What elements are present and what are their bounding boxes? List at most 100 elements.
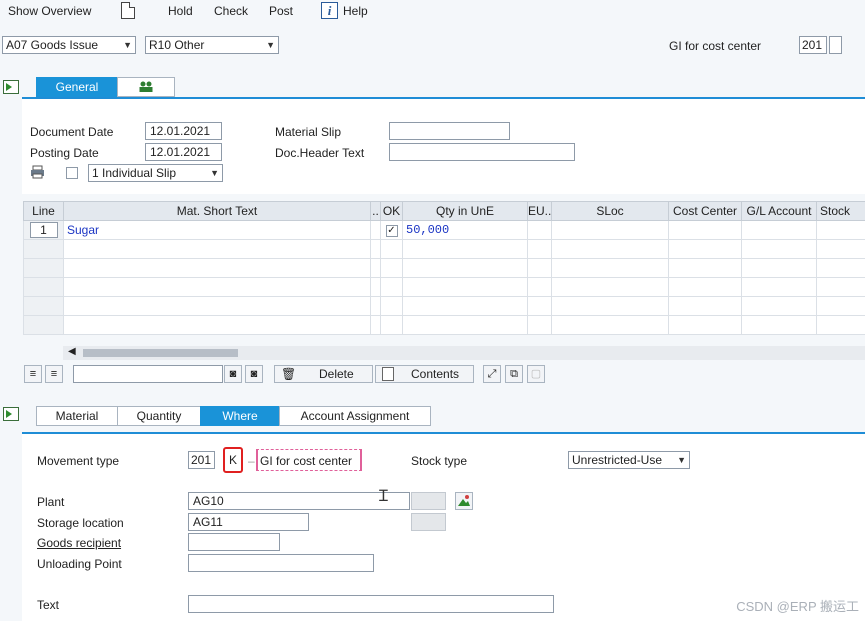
storage-location-label: Storage location — [37, 516, 124, 530]
goods-recipient-label[interactable]: Goods recipient — [37, 536, 121, 550]
reference-select-value: R10 Other — [149, 38, 205, 52]
contents-button[interactable]: Contents — [375, 365, 474, 383]
scrollbar-thumb[interactable] — [83, 349, 238, 357]
doc-header-text-label: Doc.Header Text — [275, 146, 365, 160]
text-field[interactable] — [188, 595, 554, 613]
dash-separator: – — [248, 454, 255, 468]
print-checkbox[interactable] — [66, 167, 78, 179]
unloading-point-field[interactable] — [188, 554, 374, 572]
tab-partner[interactable] — [117, 77, 175, 97]
hold-button[interactable]: Hold — [168, 4, 193, 18]
table-row[interactable] — [23, 258, 865, 278]
tab-material[interactable]: Material — [36, 406, 118, 426]
tab-quantity[interactable]: Quantity — [117, 406, 201, 426]
items-table: Line Mat. Short Text .. OK Qty in UnE EU… — [23, 201, 865, 335]
print-option-value: 1 Individual Slip — [92, 166, 177, 180]
storage-location-field[interactable]: AG11 — [188, 513, 309, 531]
doc-header-text-field[interactable] — [389, 143, 575, 161]
reference-select[interactable]: R10 Other ▼ — [145, 36, 279, 54]
chevron-left-icon[interactable]: ◀ — [68, 346, 76, 357]
transaction-select[interactable]: A07 Goods Issue ▼ — [2, 36, 136, 54]
check-button[interactable]: Check — [214, 4, 248, 18]
material-slip-field[interactable] — [389, 122, 510, 140]
column-header-gl-account[interactable]: G/L Account — [741, 201, 817, 221]
material-slip-label: Material Slip — [275, 125, 342, 139]
ok-checkbox[interactable]: ✓ — [385, 224, 398, 237]
column-header-cost-center[interactable]: Cost Center — [668, 201, 742, 221]
image-icon[interactable] — [455, 492, 473, 510]
printer-icon[interactable] — [30, 165, 45, 179]
column-header-stock[interactable]: Stock — [816, 201, 865, 221]
movement-code-field[interactable]: 201 — [799, 36, 827, 54]
plant-label: Plant — [37, 495, 65, 509]
plant-description-field — [411, 492, 446, 510]
align-top-icon[interactable]: ≡ — [24, 365, 42, 383]
movement-type-text: GI for cost center — [260, 454, 353, 468]
table-row[interactable]: 1 Sugar ✓ 50,000 — [23, 220, 865, 240]
movement-description: GI for cost center — [669, 39, 762, 53]
document-date-field[interactable]: 12.01.2021 — [145, 122, 222, 140]
movement-type-field[interactable]: 201 — [188, 451, 215, 469]
find-next-icon[interactable]: ◙ — [245, 365, 263, 383]
show-overview-button[interactable]: Show Overview — [8, 4, 91, 18]
print-option-select[interactable]: 1 Individual Slip ▼ — [88, 164, 223, 182]
column-header-line[interactable]: Line — [23, 201, 64, 221]
expand-detail-icon[interactable] — [3, 407, 19, 421]
document-date-label: Document Date — [30, 125, 114, 139]
line-number[interactable]: 1 — [29, 222, 58, 238]
tab-account-assignment[interactable]: Account Assignment — [279, 406, 431, 426]
movement-type-label: Movement type — [37, 454, 120, 468]
disabled-action-icon[interactable]: ▢ — [527, 365, 545, 383]
watermark: CSDN @ERP 搬运工 — [736, 599, 859, 614]
tab-general[interactable]: General — [36, 77, 118, 97]
info-icon[interactable]: i — [321, 2, 338, 19]
new-document-icon[interactable] — [121, 2, 135, 19]
table-search-field[interactable] — [73, 365, 223, 383]
movement-code-extra-field[interactable] — [829, 36, 842, 54]
expand-header-icon[interactable] — [3, 80, 19, 94]
delete-button[interactable]: 🗑 Delete — [274, 365, 373, 383]
column-header-mat-short-text[interactable]: Mat. Short Text — [63, 201, 371, 221]
partner-icon — [139, 81, 153, 92]
qty-cell[interactable]: 50,000 — [402, 220, 528, 240]
column-header-ok[interactable]: OK — [380, 201, 403, 221]
chevron-down-icon: ▼ — [266, 40, 275, 50]
table-row[interactable] — [23, 277, 865, 297]
chevron-down-icon: ▼ — [210, 168, 219, 178]
column-header-qty[interactable]: Qty in UnE — [402, 201, 528, 221]
chevron-down-icon: ▼ — [677, 455, 686, 465]
align-bottom-icon[interactable]: ≡ — [45, 365, 63, 383]
storage-location-description-field — [411, 513, 446, 531]
help-button[interactable]: Help — [343, 4, 368, 18]
horizontal-scrollbar[interactable]: ◀ — [63, 346, 865, 360]
expand-icon[interactable]: ⤢ — [483, 365, 501, 383]
table-row[interactable] — [23, 296, 865, 316]
table-header-row: Line Mat. Short Text .. OK Qty in UnE EU… — [23, 201, 865, 221]
stock-type-label: Stock type — [411, 454, 468, 468]
material-short-text[interactable]: Sugar — [63, 220, 371, 240]
transaction-select-value: A07 Goods Issue — [6, 38, 99, 52]
column-header-sloc[interactable]: SLoc — [551, 201, 669, 221]
binoculars-icon[interactable]: ◙ — [224, 365, 242, 383]
contents-icon — [382, 367, 394, 381]
post-button[interactable]: Post — [269, 4, 293, 18]
special-stock-field[interactable]: K — [223, 447, 243, 473]
column-header-extra[interactable]: .. — [370, 201, 381, 221]
posting-date-label: Posting Date — [30, 146, 99, 160]
table-row[interactable] — [23, 239, 865, 259]
tab-where[interactable]: Where — [200, 406, 280, 426]
chevron-down-icon: ▼ — [123, 40, 132, 50]
stock-type-select[interactable]: Unrestricted-Use ▼ — [568, 451, 690, 469]
column-header-eu[interactable]: EU.. — [527, 201, 552, 221]
goods-recipient-field[interactable] — [188, 533, 280, 551]
text-label: Text — [37, 598, 60, 612]
table-row[interactable] — [23, 315, 865, 335]
posting-date-field[interactable]: 12.01.2021 — [145, 143, 222, 161]
application-toolbar: Show Overview Hold Check Post i Help — [0, 0, 865, 28]
stock-type-value: Unrestricted-Use — [572, 453, 663, 467]
delete-button-label: Delete — [319, 367, 354, 381]
plant-field[interactable]: AG10 — [188, 492, 410, 510]
unloading-point-label: Unloading Point — [37, 557, 122, 571]
trash-icon: 🗑 — [281, 367, 297, 381]
hierarchy-icon[interactable]: ⧉ — [505, 365, 523, 383]
